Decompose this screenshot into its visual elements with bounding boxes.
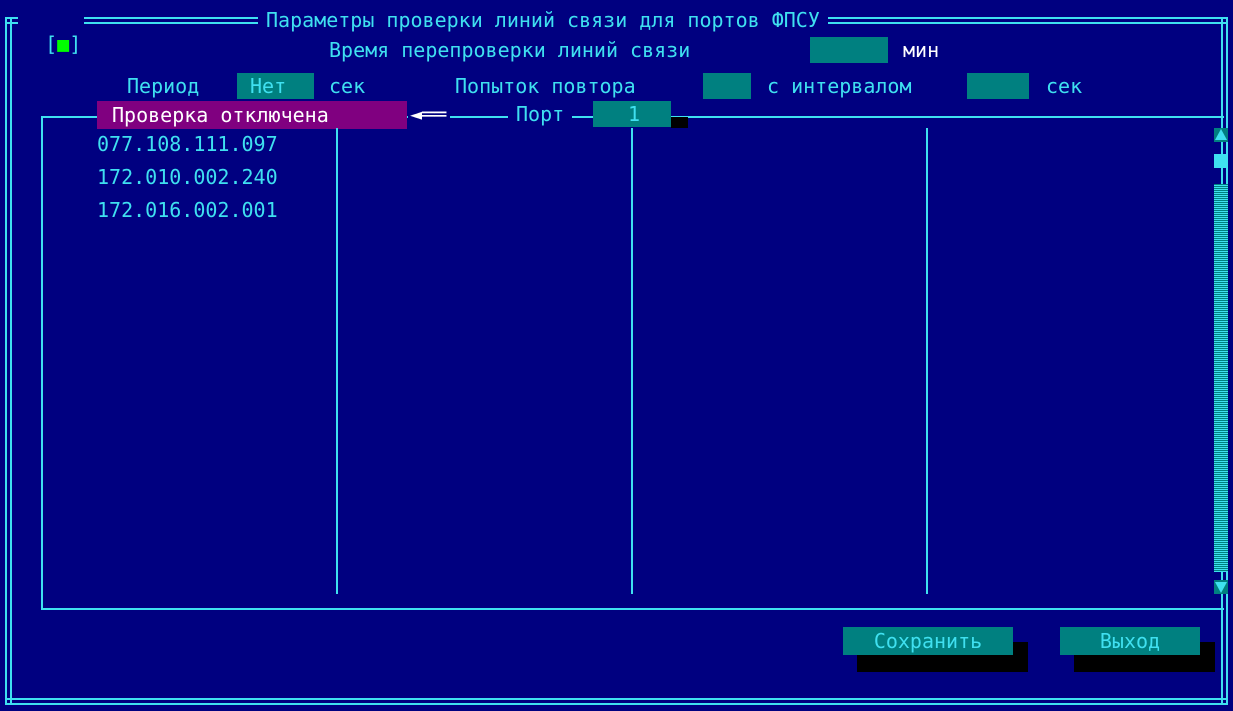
scroll-thumb[interactable] bbox=[1214, 154, 1228, 168]
interval-field[interactable] bbox=[967, 73, 1029, 99]
close-box[interactable]: [■] bbox=[18, 8, 85, 56]
list-item[interactable]: 172.010.002.240 bbox=[97, 161, 278, 194]
scroll-down-icon[interactable] bbox=[1214, 580, 1228, 594]
frame-left bbox=[5, 17, 12, 703]
close-icon[interactable]: ■ bbox=[57, 32, 69, 56]
port-field[interactable]: 1 bbox=[593, 101, 671, 127]
exit-button[interactable]: Выход bbox=[1060, 627, 1200, 655]
frame-bottom bbox=[5, 698, 1228, 705]
scroll-up-icon[interactable] bbox=[1214, 128, 1228, 142]
port-field-shadow bbox=[671, 117, 688, 128]
arrow-icon: ◄══ bbox=[408, 102, 451, 126]
period-label: Период bbox=[127, 74, 200, 98]
period-unit: сек bbox=[329, 74, 366, 98]
recheck-unit: мин bbox=[903, 38, 940, 62]
interval-unit: сек bbox=[1046, 74, 1083, 98]
scrollbar[interactable] bbox=[1213, 128, 1229, 596]
list-item[interactable]: 172.016.002.001 bbox=[97, 194, 278, 227]
column-separator-3 bbox=[926, 128, 928, 594]
list-item[interactable]: 077.108.111.097 bbox=[97, 128, 278, 161]
port-label: Порт bbox=[508, 102, 573, 126]
recheck-label: Время перепроверки линий связи bbox=[329, 38, 691, 62]
column-separator-2 bbox=[631, 128, 633, 594]
retries-label: Попыток повтора bbox=[455, 74, 636, 98]
retries-field[interactable] bbox=[703, 73, 751, 99]
save-button[interactable]: Сохранить bbox=[843, 627, 1013, 655]
interval-label: с интервалом bbox=[767, 74, 912, 98]
check-status-selector[interactable]: Проверка отключена bbox=[97, 101, 407, 129]
scroll-track[interactable] bbox=[1214, 184, 1228, 572]
period-field[interactable]: Нет bbox=[237, 73, 314, 99]
window-title: Параметры проверки линий связи для порто… bbox=[258, 8, 828, 32]
list-frame-left bbox=[41, 116, 43, 610]
recheck-field[interactable] bbox=[810, 37, 888, 63]
column-separator-1 bbox=[336, 128, 338, 594]
list-frame-bottom bbox=[41, 608, 1224, 610]
